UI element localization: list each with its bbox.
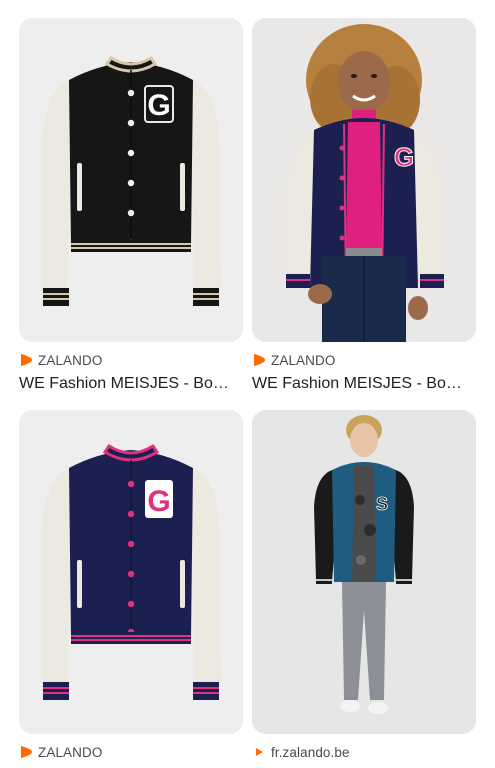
result-source[interactable]: fr.zalando.be bbox=[252, 743, 476, 761]
result-card[interactable]: S fr.zalando.be bbox=[252, 410, 476, 766]
result-source[interactable]: ZALANDO bbox=[19, 743, 243, 761]
zalando-icon bbox=[19, 745, 33, 759]
result-thumbnail[interactable]: G bbox=[252, 18, 476, 342]
girl-navy-pink-varsity-jacket-image: G bbox=[252, 18, 476, 342]
result-source-label: fr.zalando.be bbox=[271, 744, 350, 760]
zalando-icon bbox=[252, 353, 266, 367]
svg-text:G: G bbox=[147, 485, 170, 518]
result-source-label: ZALANDO bbox=[271, 352, 336, 368]
result-card[interactable]: G ZALANDO WE Fashion MEISJES - Bo… bbox=[252, 18, 476, 394]
result-thumbnail[interactable]: G bbox=[19, 18, 243, 342]
result-card[interactable]: G ZALANDO bbox=[19, 410, 243, 766]
svg-text:G: G bbox=[394, 142, 414, 172]
svg-text:S: S bbox=[376, 494, 388, 514]
zalando-icon bbox=[252, 745, 266, 759]
result-thumbnail[interactable]: S bbox=[252, 410, 476, 734]
result-title[interactable]: WE Fashion MEISJES - Bo… bbox=[19, 374, 231, 394]
result-card[interactable]: G ZALANDO WE Fashion MEISJES - Bo… bbox=[19, 18, 243, 394]
navy-varsity-jacket-image: G bbox=[19, 410, 243, 734]
zalando-icon bbox=[19, 353, 33, 367]
result-source-label: ZALANDO bbox=[38, 744, 103, 760]
result-source[interactable]: ZALANDO bbox=[19, 351, 243, 369]
result-source[interactable]: ZALANDO bbox=[252, 351, 476, 369]
black-varsity-jacket-image: G bbox=[19, 18, 243, 342]
result-thumbnail[interactable]: G bbox=[19, 410, 243, 734]
boy-blue-varsity-jacket-image: S bbox=[252, 410, 476, 734]
image-results-grid: G ZALANDO WE Fashion MEISJES - Bo… G ZAL… bbox=[0, 0, 495, 768]
svg-text:G: G bbox=[147, 89, 170, 122]
result-title[interactable]: WE Fashion MEISJES - Bo… bbox=[252, 374, 464, 394]
result-source-label: ZALANDO bbox=[38, 352, 103, 368]
